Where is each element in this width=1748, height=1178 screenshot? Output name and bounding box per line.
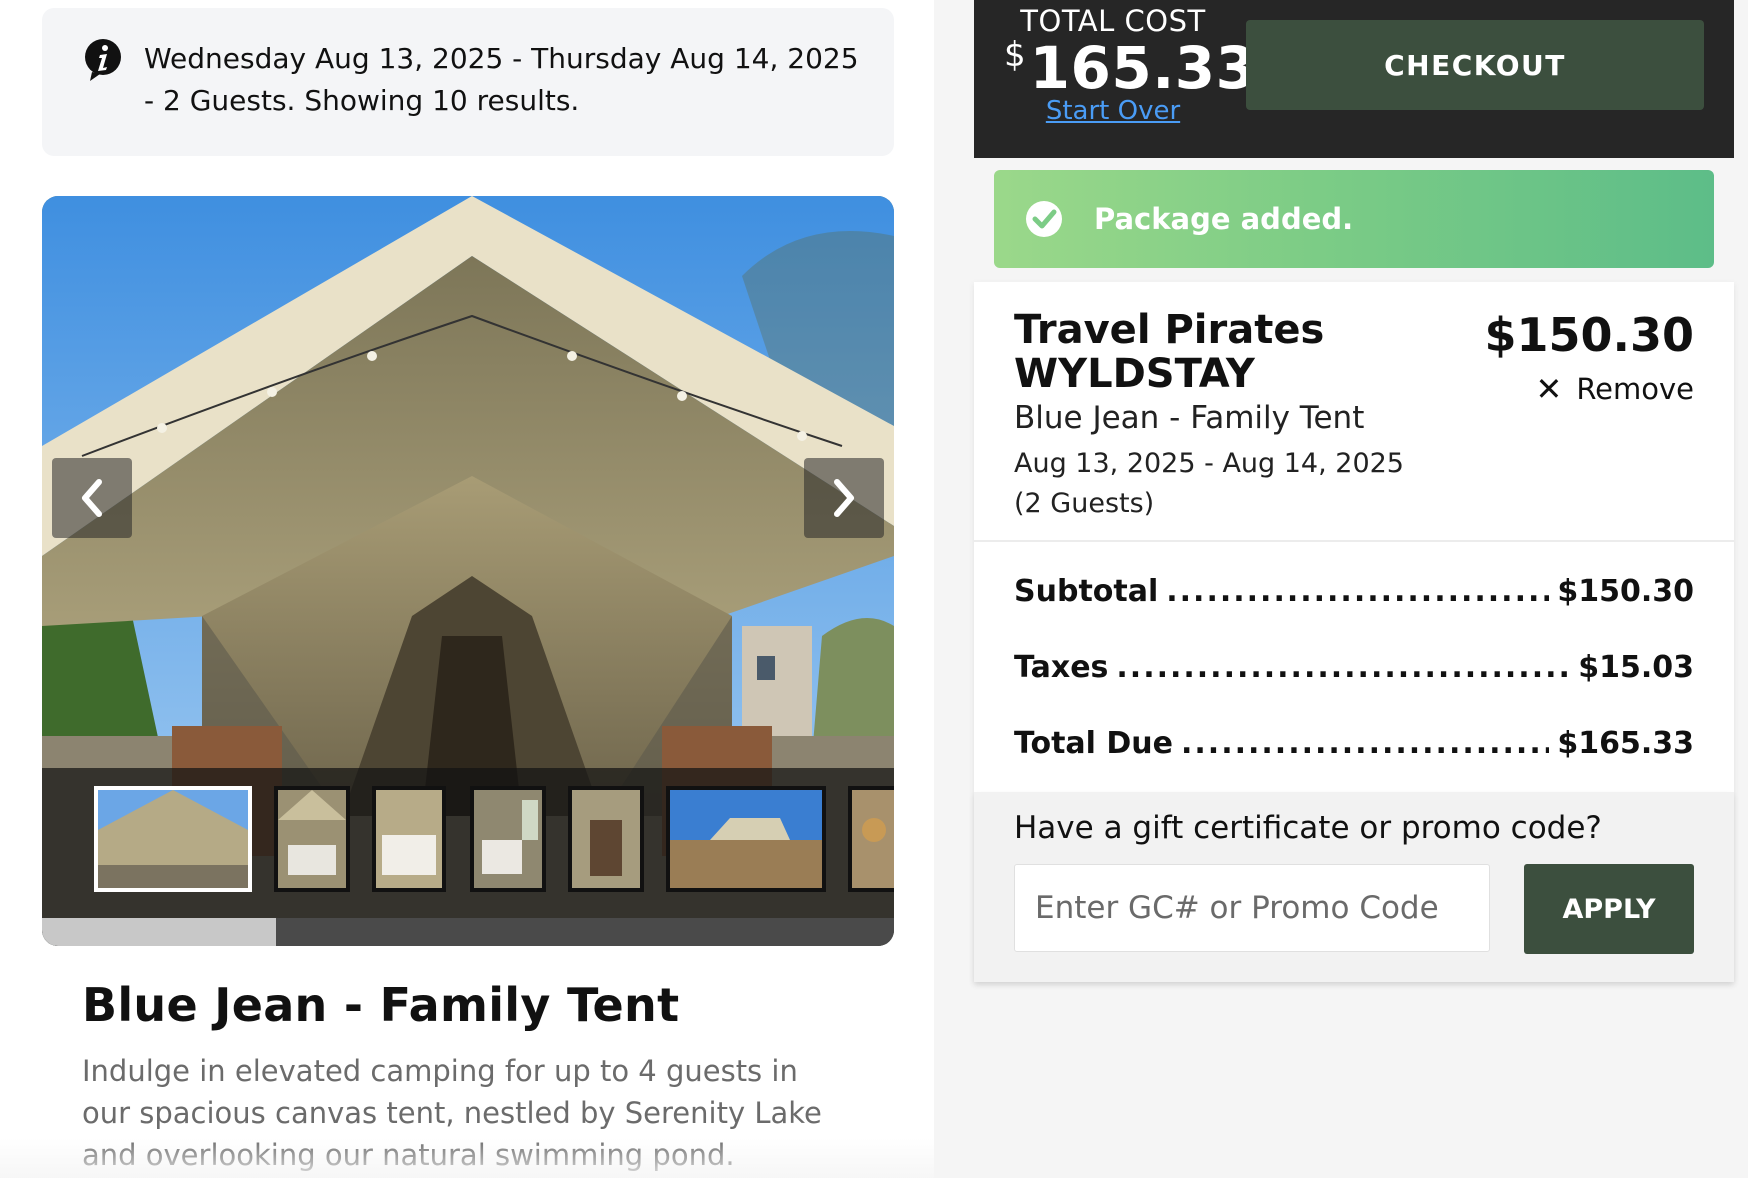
thumbnail[interactable]: [666, 786, 826, 892]
remove-item-button[interactable]: ✕ Remove: [1536, 370, 1695, 408]
cart-item-vendor: Travel Pirates WYLDSTAY: [1014, 307, 1325, 397]
photo-gallery[interactable]: [42, 196, 894, 946]
thumbnail[interactable]: [94, 786, 252, 892]
search-info-text: Wednesday Aug 13, 2025 - Thursday Aug 14…: [144, 42, 859, 117]
total-cost-label: TOTAL COST: [1020, 4, 1206, 38]
remove-label: Remove: [1576, 372, 1694, 406]
chevron-left-icon: [82, 479, 102, 517]
subtotal-value: $150.30: [1557, 574, 1694, 609]
thumbnail[interactable]: [274, 786, 350, 892]
chevron-right-icon: [834, 479, 854, 517]
checkout-button[interactable]: CHECKOUT: [1246, 20, 1704, 110]
gallery-next-button[interactable]: [804, 458, 884, 538]
thumbnail[interactable]: [848, 786, 894, 892]
dot-leader: ........................................…: [1181, 726, 1550, 761]
cart-item-dates: Aug 13, 2025 - Aug 14, 2025 (2 Guests): [1014, 448, 1404, 519]
subtotal-row: Subtotal ...............................…: [1014, 574, 1694, 618]
start-over-link[interactable]: Start Over: [1018, 96, 1208, 126]
subtotal-label: Subtotal: [1014, 574, 1159, 609]
cart-column: TOTAL COST $165.33 Start Over CHECKOUT P…: [934, 0, 1748, 1178]
apply-button[interactable]: APPLY: [1524, 864, 1694, 954]
product-title: Blue Jean - Family Tent: [82, 978, 680, 1032]
divider: [974, 540, 1734, 542]
info-icon: [85, 39, 121, 81]
thumbnail-strip: [42, 768, 894, 946]
taxes-row: Taxes ..................................…: [1014, 650, 1694, 694]
results-column: Wednesday Aug 13, 2025 - Thursday Aug 14…: [0, 0, 934, 1178]
dot-leader: ........................................…: [1116, 650, 1570, 685]
cart-item-price: $150.30: [1484, 308, 1694, 362]
thumbnail[interactable]: [372, 786, 446, 892]
scrollbar-handle[interactable]: [42, 918, 276, 946]
total-due-row: Total Due ..............................…: [1014, 726, 1694, 770]
promo-code-input[interactable]: [1014, 864, 1490, 952]
promo-code-section: Have a gift certificate or promo code? A…: [974, 792, 1734, 982]
thumbnail-scrollbar[interactable]: [42, 918, 894, 946]
cart-item-name: Blue Jean - Family Tent: [1014, 400, 1365, 436]
promo-label: Have a gift certificate or promo code?: [1014, 810, 1602, 846]
toast-message: Package added.: [1094, 202, 1354, 236]
total-cost-value: 165.33: [1029, 34, 1257, 102]
search-info-banner: Wednesday Aug 13, 2025 - Thursday Aug 14…: [42, 8, 894, 156]
total-due-value: $165.33: [1557, 726, 1694, 761]
check-circle-icon: [1026, 201, 1062, 237]
package-added-toast: Package added.: [994, 170, 1714, 268]
product-description: Indulge in elevated camping for up to 4 …: [82, 1054, 822, 1172]
taxes-label: Taxes: [1014, 650, 1109, 685]
total-cost-bar: TOTAL COST $165.33 Start Over CHECKOUT: [974, 0, 1734, 158]
close-icon: ✕: [1535, 370, 1563, 408]
total-cost-amount: $165.33: [1004, 34, 1256, 102]
thumbnail[interactable]: [568, 786, 644, 892]
gallery-prev-button[interactable]: [52, 458, 132, 538]
currency-symbol: $: [1004, 35, 1026, 75]
taxes-value: $15.03: [1578, 650, 1694, 685]
dot-leader: ........................................…: [1166, 574, 1549, 609]
thumbnail[interactable]: [470, 786, 546, 892]
total-due-label: Total Due: [1014, 726, 1174, 761]
